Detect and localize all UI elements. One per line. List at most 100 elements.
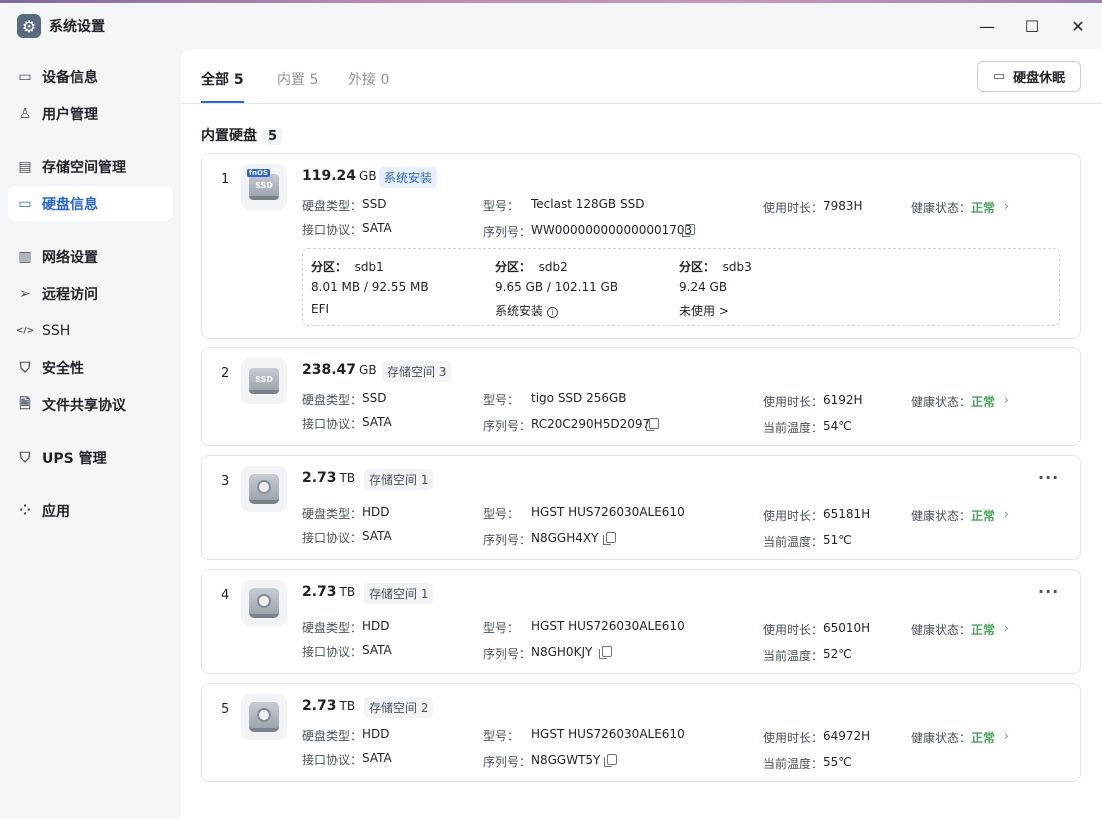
disk-size-unit: TB <box>339 471 356 485</box>
field-label: 硬盘类型： <box>302 621 363 635</box>
sidebar-item-users[interactable]: ♙ 用户管理 <box>8 96 173 131</box>
minimize-button[interactable]: — <box>972 11 1002 41</box>
disk-size: 2.73 TB <box>302 584 355 600</box>
disk-card[interactable]: 3 2.73 TB 存储空间 1 ··· 硬盘类型： HDD 接口协议： SATA… <box>201 455 1081 560</box>
sidebar-item-ups[interactable]: ⛉ UPS 管理 <box>8 440 173 475</box>
sidebar-item-label: 用户管理 <box>42 106 98 123</box>
health-status[interactable]: 正常 <box>971 729 995 746</box>
chevron-right-icon[interactable]: › <box>1004 199 1009 213</box>
copy-icon[interactable] <box>599 646 612 659</box>
partition-desc: 系统安装 <box>495 304 544 318</box>
disk-size: 238.47 GB <box>302 362 377 378</box>
sidebar: ▭ 设备信息 ♙ 用户管理 ▤ 存储空间管理 ▭ 硬盘信息 ▥ 网络设置 ➢ 远… <box>0 49 181 819</box>
health-status[interactable]: 正常 <box>971 393 995 410</box>
copy-icon[interactable] <box>646 418 659 431</box>
disk-size-value: 119.24 <box>302 168 357 184</box>
disk-hours: 65010H <box>823 621 871 635</box>
field-label: 健康状态： <box>911 623 972 637</box>
disk-type: HDD <box>362 505 390 519</box>
hdd-icon <box>241 580 287 626</box>
disk-icon: ▭ <box>18 195 32 212</box>
disk-hours: 7983H <box>823 199 863 213</box>
more-options-button[interactable]: ··· <box>1038 582 1059 601</box>
partition-desc: EFI <box>311 302 330 316</box>
copy-icon[interactable] <box>604 754 617 767</box>
section-title-text: 内置硬盘 <box>201 128 257 144</box>
sidebar-item-security[interactable]: ⛉ 安全性 <box>8 350 173 385</box>
disk-size-value: 2.73 <box>302 584 337 600</box>
main-panel: 全部 5 内置 5 外接 0 ▭ 硬盘休眠 内置硬盘 5 1 fnOS SSD 11… <box>181 49 1102 819</box>
sidebar-item-label: 存储空间管理 <box>42 159 126 176</box>
disk-size: 119.24 GB <box>302 168 377 184</box>
disk-index: 2 <box>221 366 230 381</box>
copy-icon[interactable] <box>603 532 616 545</box>
section-title: 内置硬盘 5 <box>201 125 283 145</box>
partition-desc-link[interactable]: 未使用 > <box>679 302 729 319</box>
disk-sleep-button[interactable]: ▭ 硬盘休眠 <box>977 61 1081 92</box>
disk-size-unit: GB <box>359 169 377 183</box>
disk-card[interactable]: 5 2.73 TB 存储空间 2 硬盘类型： HDD 接口协议： SATA 型号：… <box>201 683 1081 782</box>
chevron-right-icon[interactable]: › <box>1004 393 1009 407</box>
field-label: 健康状态： <box>911 395 972 409</box>
file-share-icon: 🗎 <box>19 395 31 412</box>
apps-icon: ⁘ <box>19 502 31 519</box>
disk-size-unit: TB <box>339 585 356 599</box>
sidebar-item-file-sharing[interactable]: 🗎 文件共享协议 <box>8 387 173 422</box>
disk-size: 2.73 TB <box>302 698 355 714</box>
field-label: 接口协议： <box>302 417 363 431</box>
pool-badge: 系统安装 <box>379 167 438 188</box>
tab-internal[interactable]: 内置 5 <box>277 69 318 103</box>
tab-all[interactable]: 全部 5 <box>201 69 244 103</box>
partition-usage: 8.01 MB / 92.55 MB <box>311 280 429 294</box>
copy-icon[interactable] <box>682 224 695 237</box>
sidebar-item-disk-info[interactable]: ▭ 硬盘信息 <box>8 186 173 221</box>
disk-interface: SATA <box>362 643 392 657</box>
health-status[interactable]: 正常 <box>971 199 995 216</box>
remote-icon: ➢ <box>19 285 31 302</box>
sidebar-item-device-info[interactable]: ▭ 设备信息 <box>8 59 173 94</box>
chevron-right-icon[interactable]: › <box>1004 729 1009 743</box>
disk-sleep-label: 硬盘休眠 <box>1013 71 1066 86</box>
disk-interface: SATA <box>362 415 392 429</box>
hdd-icon <box>241 466 287 512</box>
field-label: 序列号： <box>483 225 532 239</box>
disk-interface: SATA <box>362 221 392 235</box>
disk-size-value: 238.47 <box>302 362 357 378</box>
shield-icon: ⛉ <box>19 359 31 376</box>
field-label: 接口协议： <box>302 753 363 767</box>
disk-card[interactable]: 4 2.73 TB 存储空间 1 ··· 硬盘类型： HDD 接口协议： SATA… <box>201 569 1081 674</box>
health-status[interactable]: 正常 <box>971 507 995 524</box>
close-button[interactable]: ✕ <box>1063 11 1093 41</box>
disk-type: SSD <box>362 391 387 405</box>
sidebar-item-ssh[interactable]: </> SSH <box>8 313 173 348</box>
sidebar-item-apps[interactable]: ⁘ 应用 <box>8 493 173 528</box>
chevron-right-icon[interactable]: › <box>1004 621 1009 635</box>
field-label: 当前温度： <box>763 421 824 435</box>
sidebar-item-network[interactable]: ▥ 网络设置 <box>8 239 173 274</box>
partition-label: 分区： <box>311 260 348 274</box>
partition-2: 分区： sdb2 <box>495 258 568 275</box>
field-label: 当前温度： <box>763 757 824 771</box>
disk-index: 5 <box>221 702 230 717</box>
disk-size: 2.73 TB <box>302 470 355 486</box>
health-status[interactable]: 正常 <box>971 621 995 638</box>
info-icon[interactable]: i <box>547 307 559 318</box>
field-label: 型号： <box>483 507 520 521</box>
tab-external[interactable]: 外接 0 <box>348 69 389 103</box>
disk-card[interactable]: 1 fnOS SSD 119.24 GB 系统安装 硬盘类型： SSD 接口协议： … <box>201 153 1081 339</box>
maximize-button[interactable]: ☐ <box>1017 11 1047 41</box>
field-label: 硬盘类型： <box>302 199 363 213</box>
field-label: 使用时长： <box>763 509 824 523</box>
field-label: 健康状态： <box>911 201 972 215</box>
chevron-right-icon[interactable]: › <box>1004 507 1009 521</box>
more-options-button[interactable]: ··· <box>1038 468 1059 487</box>
sidebar-item-remote-access[interactable]: ➢ 远程访问 <box>8 276 173 311</box>
disk-size-value: 2.73 <box>302 470 337 486</box>
field-label: 健康状态： <box>911 731 972 745</box>
partition-name: sdb2 <box>538 260 568 274</box>
field-label: 型号： <box>483 199 520 213</box>
disk-card[interactable]: 2 SSD 238.47 GB 存储空间 3 硬盘类型： SSD 接口协议： SA… <box>201 347 1081 446</box>
sidebar-item-storage[interactable]: ▤ 存储空间管理 <box>8 149 173 184</box>
field-label: 型号： <box>483 729 520 743</box>
partition-usage: 9.24 GB <box>679 280 728 294</box>
